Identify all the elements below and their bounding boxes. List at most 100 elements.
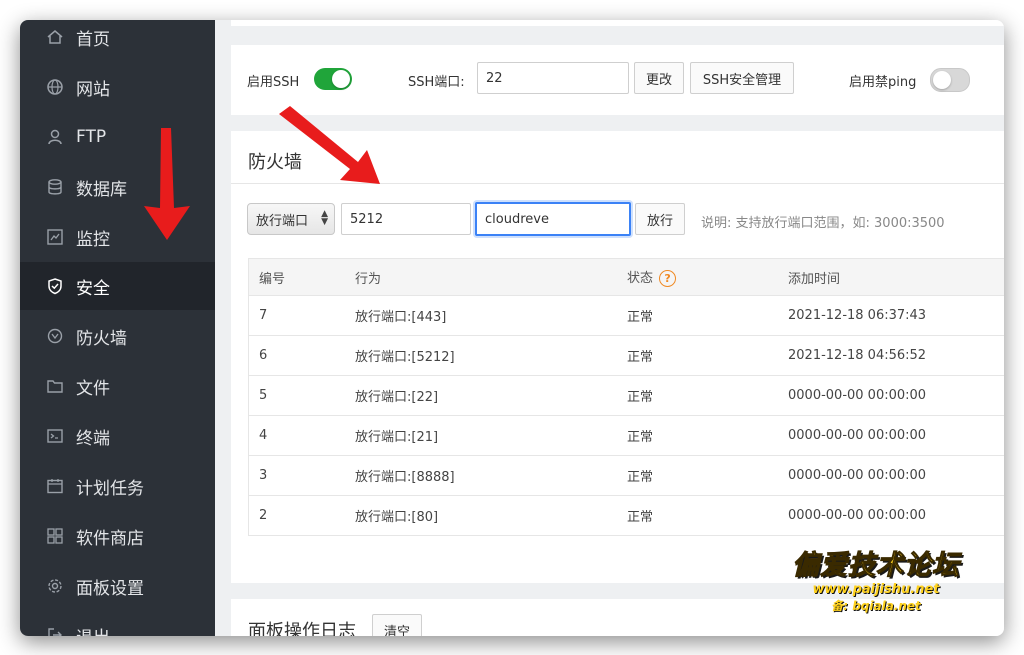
cell-time: 0000-00-00 00:00:00 [787, 455, 1004, 496]
cell-status: 正常 [626, 335, 787, 376]
col-time: 添加时间 [787, 258, 1004, 296]
cell-id: 2 [248, 495, 354, 536]
table-header-row: 编号 行为 状态? 添加时间 [248, 258, 1004, 296]
sidebar-item-ftp[interactable]: FTP [20, 113, 215, 161]
ssh-manage-button[interactable]: SSH安全管理 [690, 62, 794, 94]
sidebar-item-store[interactable]: 软件商店 [20, 512, 215, 560]
top-panel-edge [231, 20, 1004, 26]
table-row: 6 放行端口:[5212] 正常 2021-12-18 04:56:52 [248, 335, 1004, 376]
sidebar-item-label: 网站 [76, 79, 110, 100]
sidebar-item-firewall[interactable]: 防火墙 [20, 312, 215, 360]
ssh-enable-label: 启用SSH [247, 75, 300, 90]
sidebar-item-database[interactable]: 数据库 [20, 163, 215, 211]
home-icon [44, 26, 66, 48]
calendar-icon [44, 475, 66, 497]
remark-input[interactable]: cloudreve [475, 202, 631, 236]
sidebar-item-home[interactable]: 首页 [20, 20, 215, 61]
col-action: 行为 [354, 258, 626, 296]
logout-icon [44, 624, 66, 636]
col-id: 编号 [248, 258, 354, 296]
sidebar-item-monitor[interactable]: 监控 [20, 213, 215, 261]
cell-action: 放行端口:[5212] [354, 335, 626, 376]
cell-time: 0000-00-00 00:00:00 [787, 495, 1004, 536]
sidebar-item-label: 首页 [76, 29, 110, 50]
cell-action: 放行端口:[443] [354, 295, 626, 336]
apps-icon [44, 525, 66, 547]
watermark-url: www.paijishu.net [812, 582, 940, 597]
terminal-icon [44, 425, 66, 447]
cell-id: 4 [248, 415, 354, 456]
table-row: 7 放行端口:[443] 正常 2021-12-18 06:37:43 [248, 295, 1004, 336]
ssh-toggle[interactable] [314, 68, 352, 90]
watermark: 偏爱技术论坛 www.paijishu.net 备: bqiala.net [776, 543, 976, 614]
sidebar-item-terminal[interactable]: 终端 [20, 412, 215, 460]
action-select-value: 放行端口 [256, 213, 309, 229]
table-row: 2 放行端口:[80] 正常 0000-00-00 00:00:00 [248, 495, 1004, 536]
sidebar-item-label: 数据库 [76, 179, 127, 200]
clear-log-button[interactable]: 清空 [372, 614, 422, 636]
globe-icon [44, 76, 66, 98]
firewall-panel: 防火墙 放行端口 ▲ ▼ 5212 cloudreve 放行 说明: 支持放行端口… [231, 131, 1004, 583]
monitor-icon [44, 226, 66, 248]
sidebar-item-label: 安全 [76, 278, 110, 299]
sidebar-item-website[interactable]: 网站 [20, 63, 215, 111]
sidebar-item-files[interactable]: 文件 [20, 362, 215, 410]
cell-time: 2021-12-18 04:56:52 [787, 335, 1004, 376]
sidebar-item-label: 终端 [76, 428, 110, 449]
cell-id: 3 [248, 455, 354, 496]
cell-status: 正常 [626, 295, 787, 336]
cell-status: 正常 [626, 375, 787, 416]
help-icon[interactable]: ? [659, 270, 677, 287]
change-port-button[interactable]: 更改 [634, 62, 684, 94]
sidebar-item-logout[interactable]: 退出 [20, 611, 215, 636]
cell-action: 放行端口:[8888] [354, 455, 626, 496]
port-input[interactable]: 5212 [341, 203, 471, 235]
sidebar-item-label: 退出 [76, 623, 110, 637]
col-status: 状态? [626, 258, 787, 296]
sidebar-item-label: FTP [76, 127, 107, 147]
sidebar-item-security[interactable]: 安全 [20, 262, 215, 310]
watermark-title: 偏爱技术论坛 [792, 550, 960, 582]
app-window: 首页 网站 FTP 数据库 监控 安全 防火墙 文件 终端 计划任务 软件商店 … [20, 20, 1004, 636]
shield-icon [44, 275, 66, 297]
cell-action: 放行端口:[22] [354, 375, 626, 416]
divider [231, 183, 1004, 184]
table-row: 3 放行端口:[8888] 正常 0000-00-00 00:00:00 [248, 455, 1004, 496]
col-status-label: 状态 [627, 271, 654, 286]
sidebar-item-label: 监控 [76, 229, 110, 250]
cell-status: 正常 [626, 455, 787, 496]
cell-action: 放行端口:[80] [354, 495, 626, 536]
allow-button[interactable]: 放行 [635, 203, 685, 235]
sidebar-item-label: 面板设置 [76, 578, 144, 599]
database-icon [44, 176, 66, 198]
ssh-port-label: SSH端口: [408, 75, 465, 90]
sidebar-item-settings[interactable]: 面板设置 [20, 562, 215, 610]
firewall-title: 防火墙 [248, 152, 302, 173]
ftp-icon [44, 126, 66, 148]
port-range-hint: 说明: 支持放行端口范围，如: 3000:3500 [701, 216, 945, 231]
cell-time: 0000-00-00 00:00:00 [787, 415, 1004, 456]
table-row: 4 放行端口:[21] 正常 0000-00-00 00:00:00 [248, 415, 1004, 456]
cell-id: 6 [248, 335, 354, 376]
cell-id: 5 [248, 375, 354, 416]
folder-icon [44, 375, 66, 397]
cell-status: 正常 [626, 495, 787, 536]
action-select[interactable]: 放行端口 ▲ ▼ [247, 203, 335, 235]
cell-status: 正常 [626, 415, 787, 456]
watermark-backup: 备: bqiala.net [831, 599, 921, 613]
sidebar-item-label: 计划任务 [76, 478, 144, 499]
cell-time: 0000-00-00 00:00:00 [787, 375, 1004, 416]
cell-id: 7 [248, 295, 354, 336]
log-title: 面板操作日志 [248, 621, 356, 636]
sidebar-item-label: 软件商店 [76, 528, 144, 549]
gear-icon [44, 575, 66, 597]
sidebar-item-label: 防火墙 [76, 328, 127, 349]
table-row: 5 放行端口:[22] 正常 0000-00-00 00:00:00 [248, 375, 1004, 416]
cell-time: 2021-12-18 06:37:43 [787, 295, 1004, 336]
sidebar-item-cron[interactable]: 计划任务 [20, 462, 215, 510]
firewall-rules-table: 编号 行为 状态? 添加时间 7 放行端口:[443] 正常 2021-12-18 0… [248, 258, 1004, 536]
ssh-panel: 启用SSH SSH端口: 22 更改 SSH安全管理 启用禁ping [231, 45, 1004, 115]
ping-toggle[interactable] [930, 68, 970, 92]
select-arrows-icon: ▲ ▼ [321, 209, 328, 227]
ssh-port-input[interactable]: 22 [477, 62, 629, 94]
